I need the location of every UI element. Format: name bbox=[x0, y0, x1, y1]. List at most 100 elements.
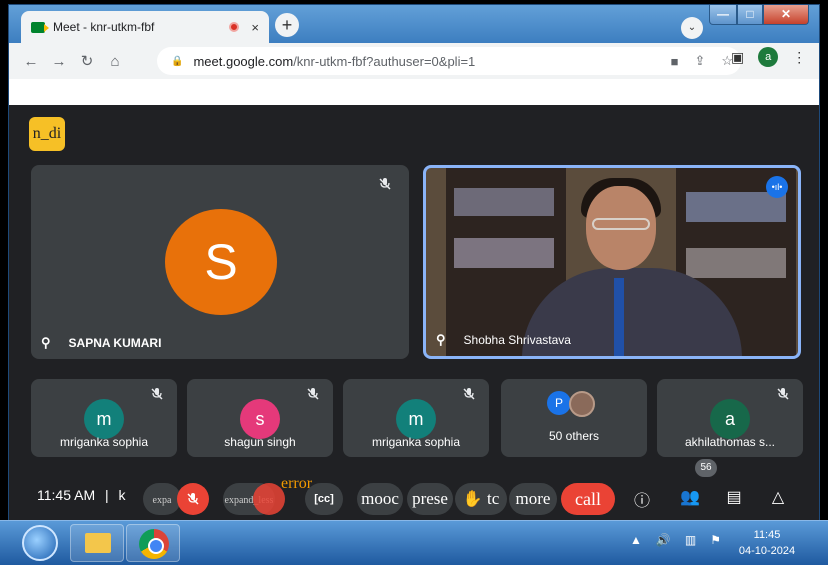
meeting-badge: n_di bbox=[29, 117, 65, 151]
maximize-button[interactable]: □ bbox=[737, 5, 763, 25]
close-window-button[interactable]: ✕ bbox=[763, 5, 809, 25]
address-bar[interactable]: 🔒 meet.google.com /knr-utkm-fbf?authuser… bbox=[157, 47, 741, 75]
new-tab-button[interactable]: + bbox=[275, 13, 299, 37]
network-icon[interactable]: ▥ bbox=[685, 533, 696, 547]
minimize-button[interactable]: — bbox=[709, 5, 737, 25]
leave-call-button[interactable]: call bbox=[561, 483, 615, 515]
more-options-button[interactable]: more bbox=[509, 483, 557, 515]
tile-mriganka-sophia[interactable]: m mriganka sophia bbox=[31, 379, 177, 457]
captions-button[interactable]: [cc] bbox=[305, 483, 343, 515]
folder-icon bbox=[85, 533, 111, 553]
flag-icon[interactable]: ⚑ bbox=[710, 533, 721, 547]
more-label: more bbox=[515, 489, 551, 508]
participant-name: shagun singh bbox=[224, 435, 296, 449]
mood-label: mooc bbox=[361, 489, 399, 508]
tile-others[interactable]: P 50 others bbox=[501, 379, 647, 457]
url-domain: meet.google.com bbox=[193, 53, 294, 69]
tile-name-row: ⚲ Shobha Shrivastava bbox=[436, 332, 571, 348]
mic-off-icon bbox=[145, 385, 169, 409]
avatar-shagun: s bbox=[240, 399, 280, 439]
present-button[interactable]: prese bbox=[407, 483, 453, 515]
home-button[interactable]: ⌂ bbox=[103, 53, 127, 70]
raise-hand-button[interactable]: ✋ tc bbox=[455, 483, 507, 515]
participant-name: mriganka sophia bbox=[371, 435, 461, 449]
tile-mriganka-sophia-2[interactable]: m mriganka sophia bbox=[343, 379, 489, 457]
mic-off-icon bbox=[457, 385, 481, 409]
activities-icon[interactable]: △ bbox=[765, 487, 791, 507]
call-label: call bbox=[575, 489, 601, 509]
others-avatars: P bbox=[547, 391, 595, 417]
system-date: 04-10-2024 bbox=[738, 545, 796, 557]
meeting-info-icon[interactable]: ⓘ bbox=[629, 487, 655, 511]
page-top-blank bbox=[9, 79, 819, 105]
reload-button[interactable]: ↻ bbox=[75, 52, 99, 70]
taskbar-chrome[interactable] bbox=[126, 524, 180, 562]
participant-name: akhilathomas s... bbox=[684, 435, 776, 449]
avatar-p: P bbox=[547, 391, 571, 415]
avatar-mriganka: m bbox=[84, 399, 124, 439]
share-icon[interactable]: ⇪ bbox=[694, 53, 705, 69]
windows-taskbar: ▲ 🔊 ▥ ⚑ 11:45 04-10-2024 bbox=[0, 520, 828, 565]
start-button[interactable] bbox=[22, 525, 58, 561]
meeting-time: 11:45 AM bbox=[37, 487, 96, 503]
browser-titlebar: Meet - knr-utkm-fbf × + ⌄ — □ ✕ bbox=[9, 5, 819, 43]
present-label: prese bbox=[412, 489, 448, 508]
back-button[interactable]: ← bbox=[19, 53, 43, 70]
participant-name: Shobha Shrivastava bbox=[463, 333, 571, 347]
tile-akhilathomas[interactable]: a akhilathomas s... bbox=[657, 379, 803, 457]
speaking-indicator-icon: •ıl• bbox=[766, 176, 788, 198]
lock-icon[interactable]: 🔒 bbox=[171, 56, 183, 67]
mic-off-icon bbox=[373, 175, 397, 199]
separator: | bbox=[105, 487, 109, 503]
screen: Meet - knr-utkm-fbf × + ⌄ — □ ✕ ← → ↻ ⌂ … bbox=[0, 0, 828, 565]
meet-stage: n_di S ⚲ SAPNA KUMARI •ıl• ⚲ Shobha Shri… bbox=[9, 105, 819, 521]
raise-hand-label: tc bbox=[487, 489, 500, 508]
mic-toggle-button[interactable] bbox=[177, 483, 209, 515]
side-panel-icon[interactable]: ▣ bbox=[731, 49, 744, 66]
meeting-clock: 11:45 AM | k bbox=[37, 487, 126, 503]
pin-icon[interactable]: ⚲ bbox=[41, 335, 51, 351]
captions-icon: [cc] bbox=[314, 493, 334, 505]
recording-icon bbox=[229, 22, 240, 32]
profile-avatar[interactable]: a bbox=[758, 47, 779, 67]
system-time: 11:45 bbox=[753, 529, 781, 541]
mic-off-icon bbox=[301, 385, 325, 409]
forward-button[interactable]: → bbox=[47, 53, 71, 70]
browser-toolbar: ← → ↻ ⌂ 🔒 meet.google.com /knr-utkm-fbf?… bbox=[9, 43, 819, 79]
glasses bbox=[592, 218, 650, 230]
chrome-icon bbox=[139, 529, 169, 559]
tab-title: Meet - knr-utkm-fbf bbox=[53, 20, 155, 34]
meeting-code: k bbox=[118, 487, 126, 503]
hand-icon: ✋ bbox=[462, 491, 483, 508]
system-clock[interactable]: 11:45 04-10-2024 bbox=[732, 527, 802, 559]
meet-favicon-icon bbox=[31, 21, 49, 33]
address-bar-icons: ■ ⇪ ☆ bbox=[671, 47, 733, 75]
volume-icon[interactable]: 🔊 bbox=[656, 533, 671, 547]
toolbar-right: ▣ a ⋮ bbox=[731, 47, 806, 67]
others-count: 50 others bbox=[548, 429, 600, 443]
tab-search-button[interactable]: ⌄ bbox=[681, 17, 703, 39]
browser-menu-icon[interactable]: ⋮ bbox=[792, 49, 806, 66]
browser-window: Meet - knr-utkm-fbf × + ⌄ — □ ✕ ← → ↻ ⌂ … bbox=[8, 4, 820, 521]
chat-icon[interactable]: ▤ bbox=[721, 487, 747, 507]
meeting-controls: 11:45 AM | k expa expand_less error [cc] bbox=[9, 459, 819, 521]
pin-icon[interactable]: ⚲ bbox=[436, 332, 446, 348]
books-row bbox=[686, 248, 786, 278]
taskbar-explorer[interactable] bbox=[70, 524, 124, 562]
tile-shagun-singh[interactable]: s shagun singh bbox=[187, 379, 333, 457]
camera-in-use-icon[interactable]: ■ bbox=[671, 54, 679, 69]
avatar-sapna: S bbox=[165, 209, 277, 315]
people-icon[interactable]: 👥 bbox=[677, 487, 703, 507]
tab-meet[interactable]: Meet - knr-utkm-fbf × bbox=[21, 11, 269, 43]
url-path: /knr-utkm-fbf?authuser=0&pli=1 bbox=[293, 53, 476, 69]
mood-button[interactable]: mooc bbox=[357, 483, 403, 515]
tile-shobha-shrivastava[interactable]: •ıl• ⚲ Shobha Shrivastava bbox=[423, 165, 801, 359]
expand-mic-options-button[interactable]: expa bbox=[143, 483, 181, 515]
avatar-akhila: a bbox=[710, 399, 750, 439]
mic-off-icon bbox=[187, 493, 199, 505]
tab-close-icon[interactable]: × bbox=[251, 20, 259, 35]
avatar-photo bbox=[569, 391, 595, 417]
system-tray: ▲ 🔊 ▥ ⚑ bbox=[630, 533, 721, 547]
tray-arrow-icon[interactable]: ▲ bbox=[630, 533, 642, 547]
tile-sapna-kumari[interactable]: S ⚲ SAPNA KUMARI bbox=[31, 165, 409, 359]
